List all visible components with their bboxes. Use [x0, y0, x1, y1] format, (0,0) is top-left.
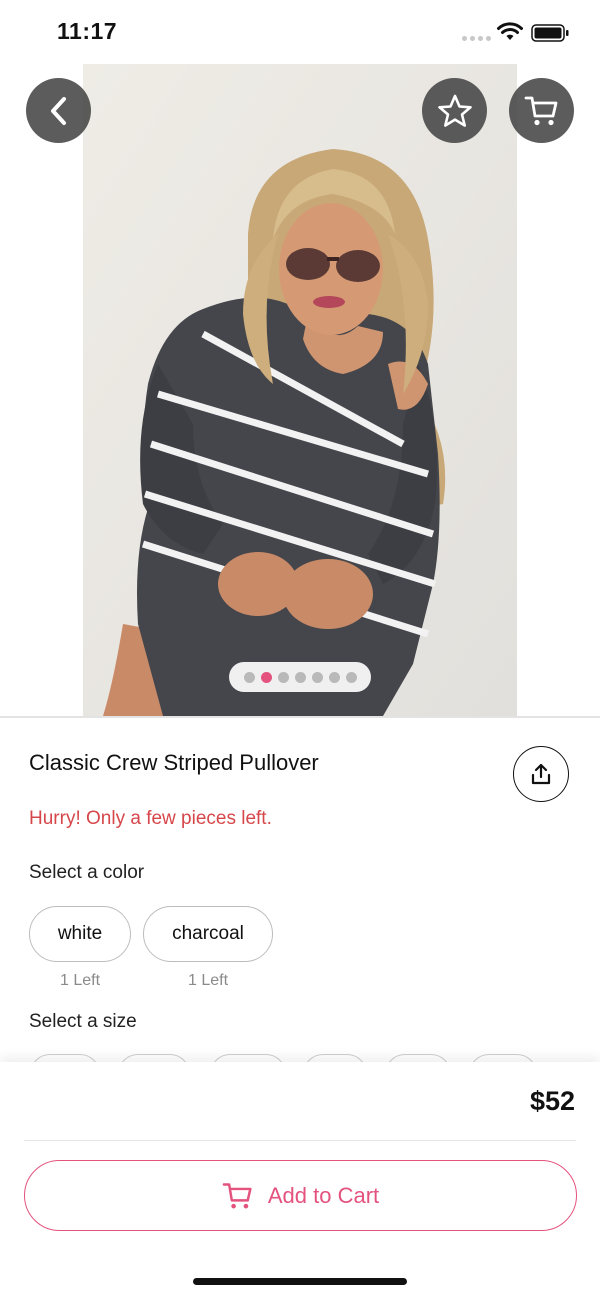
battery-icon — [531, 24, 569, 42]
favorite-button[interactable] — [422, 78, 487, 143]
wifi-icon — [497, 22, 523, 40]
page-dot[interactable] — [328, 671, 340, 683]
cart-button[interactable] — [509, 78, 574, 143]
size-option[interactable] — [385, 1054, 451, 1062]
product-gallery[interactable] — [0, 64, 600, 716]
back-button[interactable] — [26, 78, 91, 143]
share-button[interactable] — [513, 746, 569, 802]
product-price: $52 — [529, 1086, 575, 1116]
add-to-cart-label: Add to Cart — [267, 1182, 380, 1208]
star-icon — [437, 94, 472, 127]
status-time: 11:17 — [57, 18, 118, 44]
purchase-bar: $52 Add to Cart — [0, 1062, 600, 1299]
size-option[interactable] — [30, 1054, 100, 1062]
size-option[interactable] — [303, 1054, 367, 1062]
bottom-divider — [24, 1140, 576, 1141]
size-option[interactable] — [118, 1054, 190, 1062]
add-to-cart-button[interactable]: Add to Cart — [24, 1160, 577, 1231]
color-stock-charcoal: 1 Left — [187, 972, 229, 989]
size-option[interactable] — [210, 1054, 286, 1062]
stock-warning: Hurry! Only a few pieces left. — [29, 808, 272, 829]
cart-icon — [524, 96, 557, 125]
product-title: Classic Crew Striped Pullover — [29, 750, 319, 775]
product-photo[interactable] — [83, 64, 517, 716]
size-options — [0, 1050, 600, 1062]
page-dot[interactable] — [277, 671, 289, 683]
page-dot[interactable] — [311, 671, 323, 683]
image-pagination[interactable] — [229, 662, 371, 692]
signal-icon — [462, 36, 491, 41]
size-section-label: Select a size — [29, 1011, 137, 1032]
section-divider — [0, 716, 600, 718]
home-indicator[interactable] — [193, 1278, 407, 1285]
page-dot[interactable] — [243, 671, 255, 683]
page-dot[interactable] — [345, 671, 357, 683]
color-option-charcoal[interactable]: charcoal — [143, 906, 273, 962]
color-option-white[interactable]: white — [29, 906, 131, 962]
back-icon — [50, 96, 66, 125]
size-option[interactable] — [469, 1054, 537, 1062]
cart-icon — [222, 1182, 252, 1208]
color-stock-white: 1 Left — [59, 972, 101, 989]
page-dot[interactable] — [294, 671, 306, 683]
share-icon — [531, 763, 551, 785]
color-section-label: Select a color — [29, 862, 145, 883]
page-dot-active[interactable] — [260, 671, 272, 683]
status-bar: 11:17 — [0, 0, 600, 64]
